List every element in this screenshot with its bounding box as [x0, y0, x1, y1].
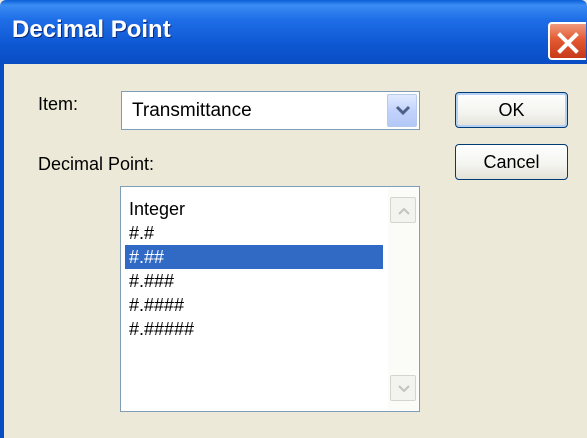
- close-icon: [557, 32, 579, 54]
- chevron-down-icon: [398, 385, 410, 393]
- list-item[interactable]: #.#####: [125, 317, 383, 341]
- title-bar[interactable]: Decimal Point: [0, 0, 587, 64]
- item-label: Item:: [38, 94, 79, 114]
- scroll-down-button[interactable]: [390, 375, 416, 401]
- list-item[interactable]: #.#: [125, 221, 383, 245]
- item-dropdown-value: Transmittance: [132, 100, 252, 121]
- dropdown-button[interactable]: [387, 94, 417, 127]
- list-item[interactable]: Integer: [125, 197, 383, 221]
- decimal-point-dialog: Decimal Point Item: Transmittance OK Can…: [0, 0, 587, 438]
- window-title: Decimal Point: [12, 16, 171, 43]
- ok-button[interactable]: OK: [455, 92, 568, 128]
- chevron-down-icon: [395, 105, 411, 116]
- item-dropdown[interactable]: Transmittance: [121, 91, 420, 130]
- decimal-point-listbox[interactable]: Integer #.# #.## #.### #.#### #.#####: [120, 186, 420, 412]
- list-item[interactable]: #.###: [125, 269, 383, 293]
- scroll-up-button[interactable]: [390, 197, 416, 223]
- decimal-point-label: Decimal Point:: [38, 154, 155, 174]
- cancel-button[interactable]: Cancel: [455, 144, 568, 180]
- list-item[interactable]: #.####: [125, 293, 383, 317]
- list-item-selected[interactable]: #.##: [125, 245, 383, 269]
- close-button[interactable]: [548, 22, 586, 60]
- vertical-scrollbar[interactable]: [388, 188, 418, 410]
- window-frame: [0, 64, 4, 438]
- chevron-up-icon: [398, 207, 410, 215]
